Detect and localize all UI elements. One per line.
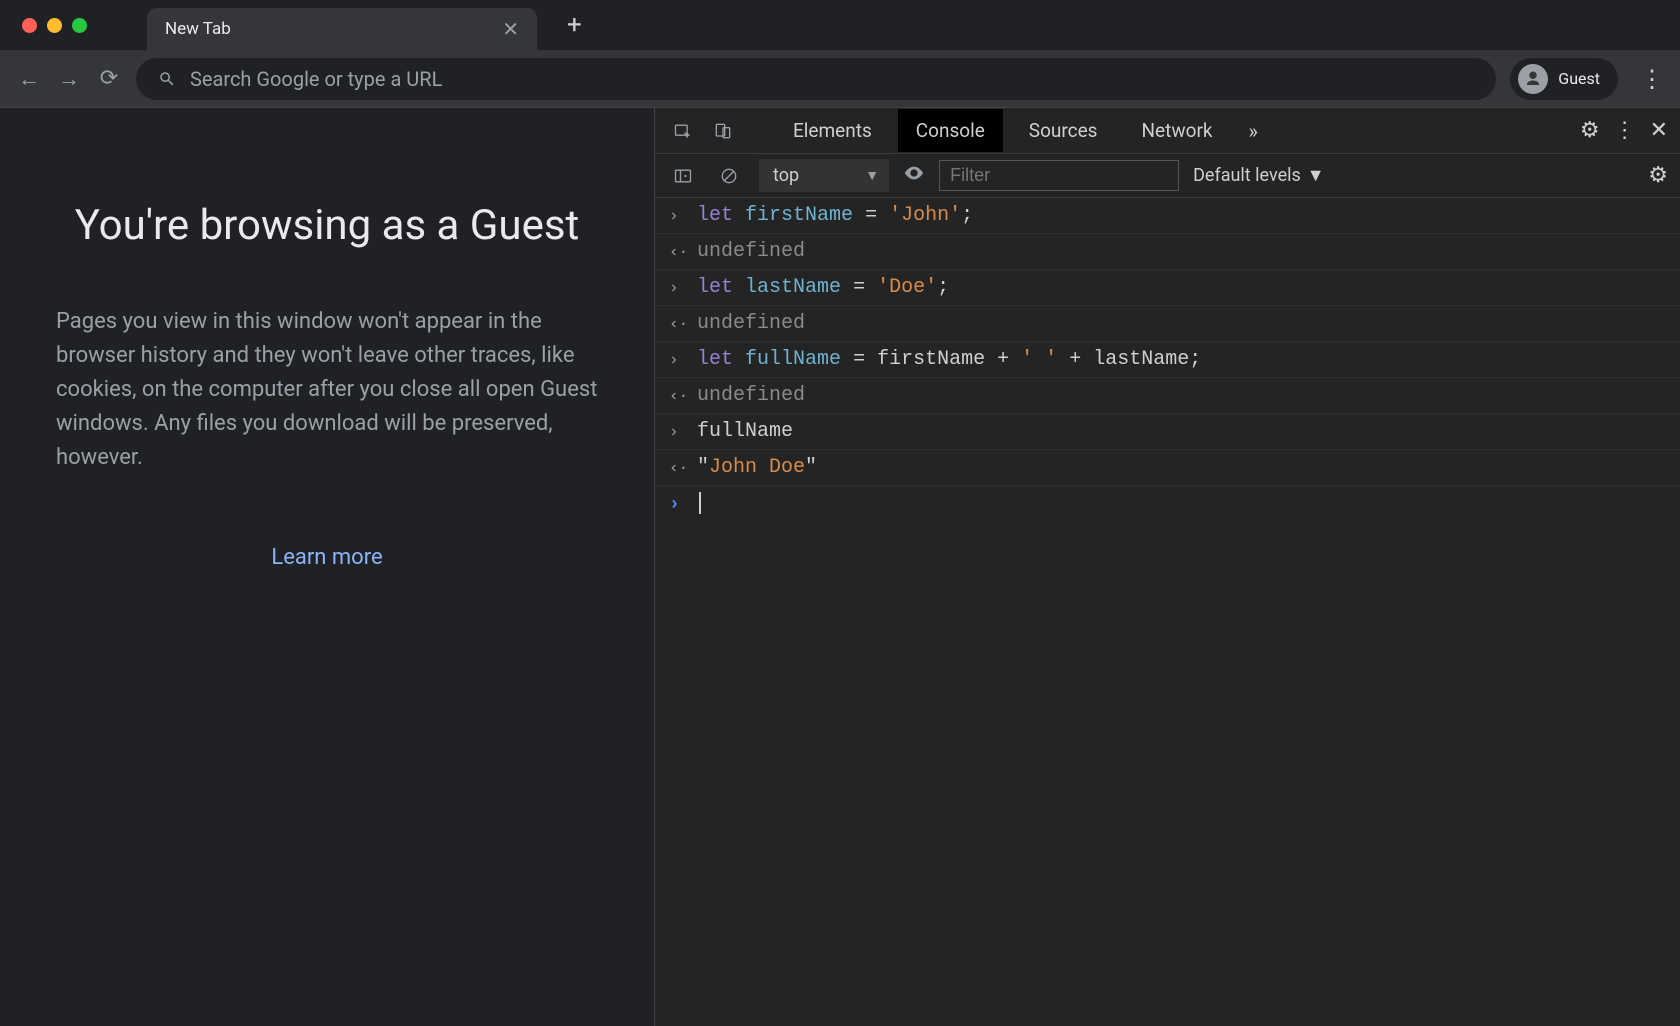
close-tab-icon[interactable]: ✕ bbox=[502, 17, 519, 41]
avatar-icon bbox=[1518, 64, 1548, 94]
console-toolbar: top ▼ Default levels ▼ ⚙ bbox=[655, 154, 1680, 198]
console-settings-icon[interactable]: ⚙ bbox=[1648, 163, 1668, 188]
live-expression-icon[interactable] bbox=[903, 162, 925, 189]
console-line: ‹·undefined bbox=[655, 234, 1680, 270]
console-filter-input[interactable] bbox=[939, 160, 1179, 191]
console-line: ›let lastName = 'Doe'; bbox=[655, 270, 1680, 306]
close-window-button[interactable] bbox=[22, 18, 37, 33]
search-icon bbox=[158, 70, 176, 88]
console-output[interactable]: ›let firstName = 'John';‹·undefined›let … bbox=[655, 198, 1680, 1026]
tab-elements[interactable]: Elements bbox=[775, 109, 890, 152]
minimize-window-button[interactable] bbox=[47, 18, 62, 33]
log-levels-select[interactable]: Default levels ▼ bbox=[1193, 165, 1325, 186]
learn-more-link[interactable]: Learn more bbox=[271, 545, 382, 570]
tab-title: New Tab bbox=[165, 19, 231, 39]
console-line: ›let firstName = 'John'; bbox=[655, 198, 1680, 234]
devtools-close-icon[interactable]: ✕ bbox=[1650, 118, 1668, 143]
browser-tab[interactable]: New Tab ✕ bbox=[147, 8, 537, 50]
console-line: ›let fullName = firstName + ' ' + lastNa… bbox=[655, 342, 1680, 378]
inspect-element-icon[interactable] bbox=[667, 115, 699, 147]
device-toolbar-icon[interactable] bbox=[707, 115, 739, 147]
dropdown-caret-icon: ▼ bbox=[1307, 165, 1325, 186]
console-line: ›fullName bbox=[655, 414, 1680, 450]
learn-more-wrapper: Learn more bbox=[56, 545, 598, 570]
more-tabs-icon[interactable]: » bbox=[1239, 113, 1268, 149]
browser-menu-button[interactable]: ⋮ bbox=[1640, 65, 1664, 93]
log-levels-label: Default levels bbox=[1193, 165, 1301, 186]
main-area: You're browsing as a Guest Pages you vie… bbox=[0, 108, 1680, 1026]
console-prompt[interactable]: › bbox=[655, 486, 1680, 521]
devtools-menu-icon[interactable]: ⋮ bbox=[1614, 118, 1636, 143]
window-controls bbox=[22, 18, 87, 33]
guest-title: You're browsing as a Guest bbox=[56, 198, 598, 255]
maximize-window-button[interactable] bbox=[72, 18, 87, 33]
tab-sources[interactable]: Sources bbox=[1011, 109, 1116, 152]
console-line: ‹·"John Doe" bbox=[655, 450, 1680, 486]
address-bar-placeholder: Search Google or type a URL bbox=[190, 67, 442, 91]
new-tab-button[interactable]: + bbox=[567, 10, 582, 40]
tab-network[interactable]: Network bbox=[1123, 109, 1230, 152]
window-titlebar: New Tab ✕ + bbox=[0, 0, 1680, 50]
console-sidebar-toggle-icon[interactable] bbox=[667, 160, 699, 192]
clear-console-icon[interactable] bbox=[713, 160, 745, 192]
guest-mode-page: You're browsing as a Guest Pages you vie… bbox=[0, 108, 654, 1026]
devtools-panel: Elements Console Sources Network » ⚙ ⋮ ✕… bbox=[654, 108, 1680, 1026]
browser-toolbar: ← → ⟳ Search Google or type a URL Guest … bbox=[0, 50, 1680, 108]
profile-label: Guest bbox=[1558, 69, 1600, 88]
console-line: ‹·undefined bbox=[655, 306, 1680, 342]
reload-button[interactable]: ⟳ bbox=[96, 66, 122, 92]
back-button[interactable]: ← bbox=[16, 66, 42, 92]
address-bar[interactable]: Search Google or type a URL bbox=[136, 58, 1496, 100]
devtools-tabbar: Elements Console Sources Network » ⚙ ⋮ ✕ bbox=[655, 108, 1680, 154]
dropdown-caret-icon: ▼ bbox=[865, 167, 879, 184]
execution-context-select[interactable]: top ▼ bbox=[759, 159, 889, 192]
profile-button[interactable]: Guest bbox=[1510, 58, 1618, 100]
devtools-settings-icon[interactable]: ⚙ bbox=[1580, 118, 1600, 143]
execution-context-value: top bbox=[773, 165, 799, 186]
forward-button[interactable]: → bbox=[56, 66, 82, 92]
guest-body: Pages you view in this window won't appe… bbox=[56, 305, 598, 475]
console-line: ‹·undefined bbox=[655, 378, 1680, 414]
tab-console[interactable]: Console bbox=[898, 109, 1003, 152]
